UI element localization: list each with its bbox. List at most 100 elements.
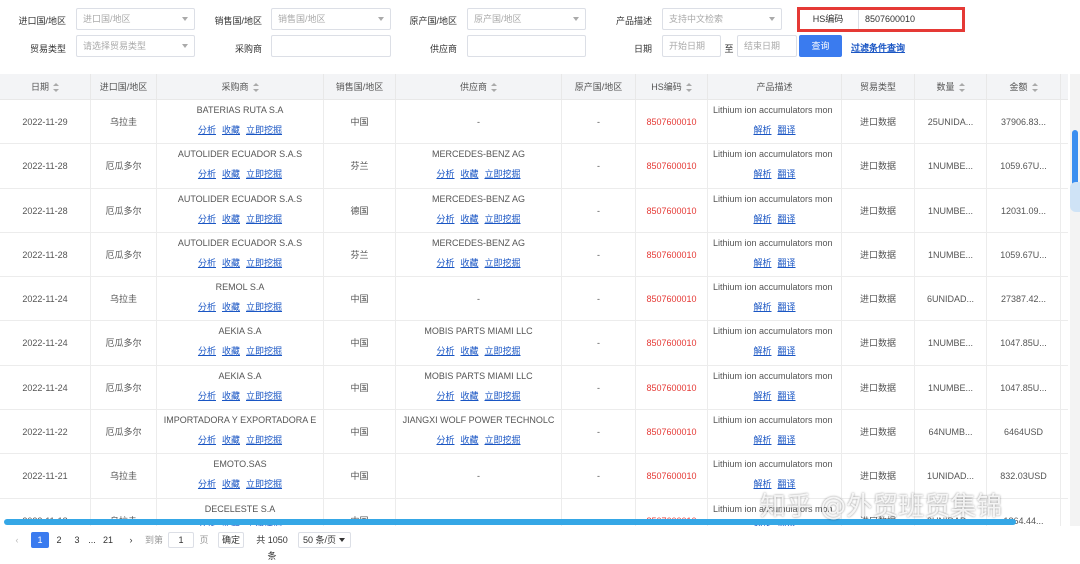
page-size-select[interactable]: 50 条/页: [298, 532, 351, 548]
analyze-link[interactable]: 分析: [198, 391, 216, 401]
analyze-link[interactable]: 分析: [198, 258, 216, 268]
trade-type-select[interactable]: 请选择贸易类型: [76, 35, 195, 57]
supplier-input[interactable]: [467, 35, 586, 57]
cell-hs-code[interactable]: 8507600010: [646, 294, 696, 304]
cell-hs-code[interactable]: 8507600010: [646, 338, 696, 348]
analyze-link[interactable]: 分析: [436, 214, 454, 224]
hs-code-field[interactable]: HS编码 8507600010: [797, 7, 965, 32]
translate-link[interactable]: 翻译: [778, 302, 796, 312]
col-hs-code[interactable]: HS编码: [636, 74, 708, 100]
analyze-link[interactable]: 分析: [198, 214, 216, 224]
cell-buyer[interactable]: AUTOLIDER ECUADOR S.A.S: [157, 149, 323, 159]
parse-link[interactable]: 解析: [753, 125, 771, 135]
cell-hs-code[interactable]: 8507600010: [646, 161, 696, 171]
mine-link[interactable]: 立即挖掘: [485, 169, 521, 179]
sales-country-select[interactable]: 销售国/地区: [271, 8, 391, 30]
analyze-link[interactable]: 分析: [436, 435, 454, 445]
favorite-link[interactable]: 收藏: [222, 125, 240, 135]
col-amount[interactable]: 金额: [987, 74, 1061, 100]
translate-link[interactable]: 翻译: [778, 125, 796, 135]
cell-supplier[interactable]: MOBIS PARTS MIAMI LLC: [396, 371, 561, 381]
cell-buyer[interactable]: DECELESTE S.A: [157, 504, 323, 514]
mine-link[interactable]: 立即挖掘: [246, 479, 282, 489]
translate-link[interactable]: 翻译: [778, 258, 796, 268]
mine-link[interactable]: 立即挖掘: [485, 391, 521, 401]
cell-buyer[interactable]: AUTOLIDER ECUADOR S.A.S: [157, 194, 323, 204]
mine-link[interactable]: 立即挖掘: [485, 435, 521, 445]
analyze-link[interactable]: 分析: [198, 346, 216, 356]
table-row[interactable]: 2022-11-28 厄瓜多尔 AUTOLIDER ECUADOR S.A.S 分析…: [0, 232, 1068, 278]
cell-buyer[interactable]: REMOL S.A: [157, 282, 323, 292]
analyze-link[interactable]: 分析: [198, 479, 216, 489]
parse-link[interactable]: 解析: [753, 346, 771, 356]
translate-link[interactable]: 翻译: [778, 391, 796, 401]
cell-supplier[interactable]: JIANGXI WOLF POWER TECHNOLC: [396, 415, 561, 425]
query-button[interactable]: 查询: [799, 35, 842, 57]
mine-link[interactable]: 立即挖掘: [246, 391, 282, 401]
mine-link[interactable]: 立即挖掘: [246, 214, 282, 224]
analyze-link[interactable]: 分析: [198, 125, 216, 135]
analyze-link[interactable]: 分析: [436, 169, 454, 179]
start-date-input[interactable]: 开始日期: [662, 35, 721, 57]
analyze-link[interactable]: 分析: [198, 169, 216, 179]
favorite-link[interactable]: 收藏: [460, 258, 478, 268]
end-date-input[interactable]: 结束日期: [737, 35, 797, 57]
analyze-link[interactable]: 分析: [436, 258, 454, 268]
favorite-link[interactable]: 收藏: [222, 346, 240, 356]
cell-supplier[interactable]: MERCEDES-BENZ AG: [396, 149, 561, 159]
analyze-link[interactable]: 分析: [436, 391, 454, 401]
mine-link[interactable]: 立即挖掘: [246, 169, 282, 179]
cell-buyer[interactable]: IMPORTADORA Y EXPORTADORA E: [157, 415, 323, 425]
sort-icon[interactable]: [958, 83, 965, 93]
sort-icon[interactable]: [491, 83, 497, 93]
table-row[interactable]: 2022-11-22 厄瓜多尔 IMPORTADORA Y EXPORTADORA …: [0, 410, 1068, 455]
favorite-link[interactable]: 收藏: [460, 346, 478, 356]
advanced-filter-link[interactable]: 过滤条件查询: [851, 41, 905, 54]
import-country-select[interactable]: 进口国/地区: [76, 8, 195, 30]
table-row[interactable]: 2022-11-28 厄瓜多尔 AUTOLIDER ECUADOR S.A.S 分析…: [0, 188, 1068, 233]
analyze-link[interactable]: 分析: [198, 302, 216, 312]
mine-link[interactable]: 立即挖掘: [246, 302, 282, 312]
product-desc-input[interactable]: 支持中文检索: [662, 8, 782, 30]
page-21[interactable]: 21: [100, 532, 116, 548]
cell-hs-code[interactable]: 8507600010: [646, 427, 696, 437]
table-row[interactable]: 2022-11-24 厄瓜多尔 AEKIA S.A 分析 收藏 立即挖掘 中国 MOBIS …: [0, 321, 1068, 366]
cell-buyer[interactable]: AEKIA S.A: [157, 326, 323, 336]
cell-buyer[interactable]: BATERIAS RUTA S.A: [157, 105, 323, 115]
cell-supplier[interactable]: MOBIS PARTS MIAMI LLC: [396, 326, 561, 336]
table-row[interactable]: 2022-11-24 厄瓜多尔 AEKIA S.A 分析 收藏 立即挖掘 中国 MOBIS …: [0, 365, 1068, 411]
favorite-link[interactable]: 收藏: [460, 214, 478, 224]
prev-page-button[interactable]: ‹: [12, 532, 22, 548]
mine-link[interactable]: 立即挖掘: [485, 346, 521, 356]
cell-buyer[interactable]: EMOTO.SAS: [157, 459, 323, 469]
favorite-link[interactable]: 收藏: [222, 302, 240, 312]
mine-link[interactable]: 立即挖掘: [246, 435, 282, 445]
favorite-link[interactable]: 收藏: [460, 391, 478, 401]
mine-link[interactable]: 立即挖掘: [246, 258, 282, 268]
favorite-link[interactable]: 收藏: [222, 214, 240, 224]
favorite-link[interactable]: 收藏: [460, 435, 478, 445]
mine-link[interactable]: 立即挖掘: [485, 214, 521, 224]
favorite-link[interactable]: 收藏: [460, 169, 478, 179]
table-row[interactable]: 2022-11-29 乌拉圭 BATERIAS RUTA S.A 分析 收藏 立即挖掘 中…: [0, 100, 1068, 145]
cell-hs-code[interactable]: 8507600010: [646, 206, 696, 216]
sort-icon[interactable]: [53, 83, 59, 93]
cell-hs-code[interactable]: 8507600010: [646, 117, 696, 127]
cell-buyer[interactable]: AUTOLIDER ECUADOR S.A.S: [157, 238, 323, 248]
side-collapse-tab[interactable]: [1070, 182, 1080, 212]
page-1[interactable]: 1: [31, 532, 49, 548]
cell-hs-code[interactable]: 8507600010: [646, 471, 696, 481]
hs-code-input[interactable]: 8507600010: [858, 10, 962, 29]
col-supplier[interactable]: 供应商: [396, 74, 562, 100]
goto-confirm-button[interactable]: 确定: [218, 532, 244, 548]
mine-link[interactable]: 立即挖掘: [246, 346, 282, 356]
favorite-link[interactable]: 收藏: [222, 435, 240, 445]
col-buyer[interactable]: 采购商: [157, 74, 324, 100]
analyze-link[interactable]: 分析: [198, 435, 216, 445]
page-ellipsis[interactable]: ...: [86, 532, 98, 548]
page-3[interactable]: 3: [72, 532, 82, 548]
sort-icon[interactable]: [1031, 83, 1038, 93]
page-2[interactable]: 2: [54, 532, 64, 548]
parse-link[interactable]: 解析: [753, 258, 771, 268]
cell-supplier[interactable]: MERCEDES-BENZ AG: [396, 238, 561, 248]
